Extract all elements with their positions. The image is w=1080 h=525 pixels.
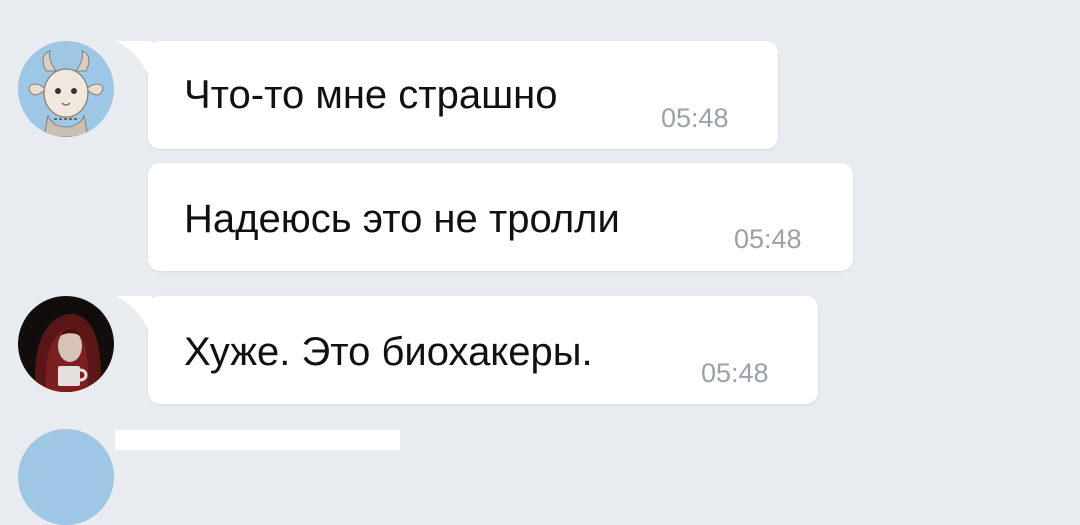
message-timestamp: 05:48 [734,224,802,254]
message-timestamp: 05:48 [701,358,769,388]
message-bubble[interactable]: Надеюсь это не тролли 05:48 [148,163,853,271]
red-haired-woman-icon [18,296,114,392]
goat-character-icon [18,41,114,137]
message-bubble[interactable]: Что-то мне страшно 05:48 [116,41,778,149]
next-avatar-partial [18,429,114,525]
message-timestamp: 05:48 [661,103,729,133]
next-message-bubble-partial [115,430,400,450]
message-text: Надеюсь это не тролли [184,197,620,241]
message-text: Что-то мне страшно [184,73,558,117]
sender-avatar-red-haired-woman[interactable] [18,296,114,392]
sender-avatar-goat[interactable] [18,41,114,137]
message-bubble[interactable]: Хуже. Это биохакеры. 05:48 [116,296,818,404]
message-text: Хуже. Это биохакеры. [184,330,593,374]
bubble-tail [116,296,152,338]
bubble-tail [116,41,152,83]
